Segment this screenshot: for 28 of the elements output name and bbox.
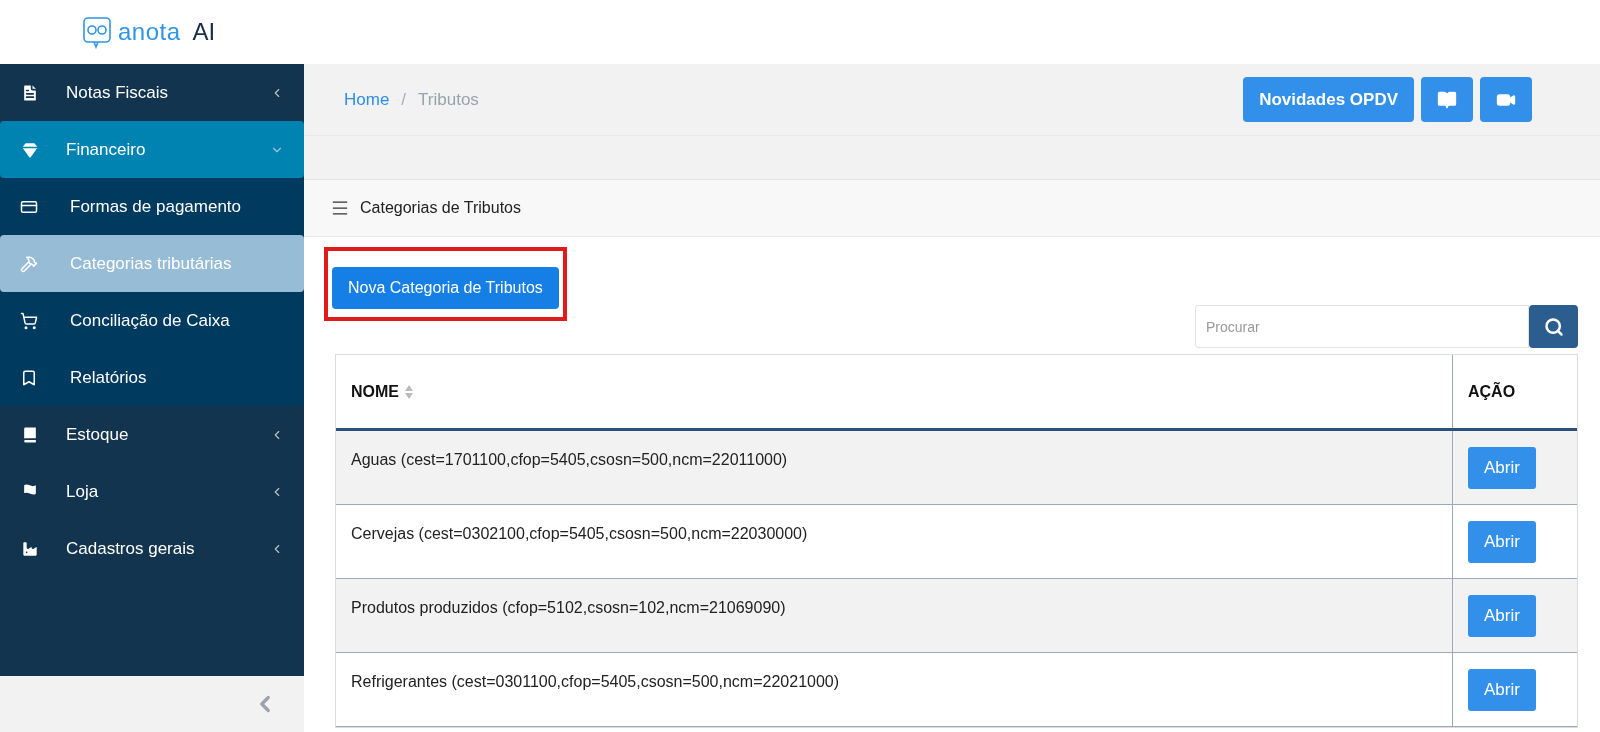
manual-button[interactable] <box>1421 77 1473 122</box>
breadcrumb-separator: / <box>401 89 407 110</box>
sort-icon[interactable] <box>404 383 414 400</box>
table-cell-text: Cervejas (cest=0302100,cfop=5405,csosn=500,ncm=22030000) <box>350 524 809 544</box>
card-title: Categorias de Tributos <box>360 199 521 217</box>
sidebar-subitem[interactable]: Relatórios <box>0 349 304 406</box>
search-field[interactable]: Procurar <box>1195 305 1529 348</box>
search-button[interactable] <box>1529 305 1578 348</box>
table-cell-text: Aguas (cest=1701100,cfop=5405,csosn=500,ncm=22011000) <box>350 450 789 470</box>
brand-suffix: AI <box>192 18 216 46</box>
sidebar-item[interactable]: Financeiro <box>0 121 304 178</box>
logo-icon <box>82 15 112 49</box>
new-category-button[interactable]: Nova Categoria de Tributos <box>332 267 559 309</box>
column-header[interactable]: NOME <box>351 382 399 401</box>
table-cell-text: Refrigerantes (cest=0301100,cfop=5405,csosn=500,ncm=22021000) <box>350 672 841 692</box>
book-icon <box>1437 89 1457 110</box>
sidebar-item[interactable]: Estoque <box>0 406 304 463</box>
video-button[interactable] <box>1480 77 1532 122</box>
sidebar-item[interactable]: Loja <box>0 463 304 520</box>
sidebar-subitem[interactable]: Formas de pagamento <box>0 178 304 235</box>
breadcrumb-current: Tributos <box>418 89 479 110</box>
sidebar-item[interactable]: Cadastros gerais <box>0 520 304 577</box>
table-cell-text: Produtos produzidos (cfop=5102,csosn=102,ncm=21069090) <box>350 598 787 618</box>
column-header[interactable]: AÇÃO <box>1468 382 1516 401</box>
sidebar-subitem[interactable]: Conciliação de Caixa <box>0 292 304 349</box>
brand-name: anota <box>118 18 181 46</box>
sidebar-item[interactable]: Notas Fiscais <box>0 64 304 121</box>
search-icon <box>1543 316 1564 337</box>
